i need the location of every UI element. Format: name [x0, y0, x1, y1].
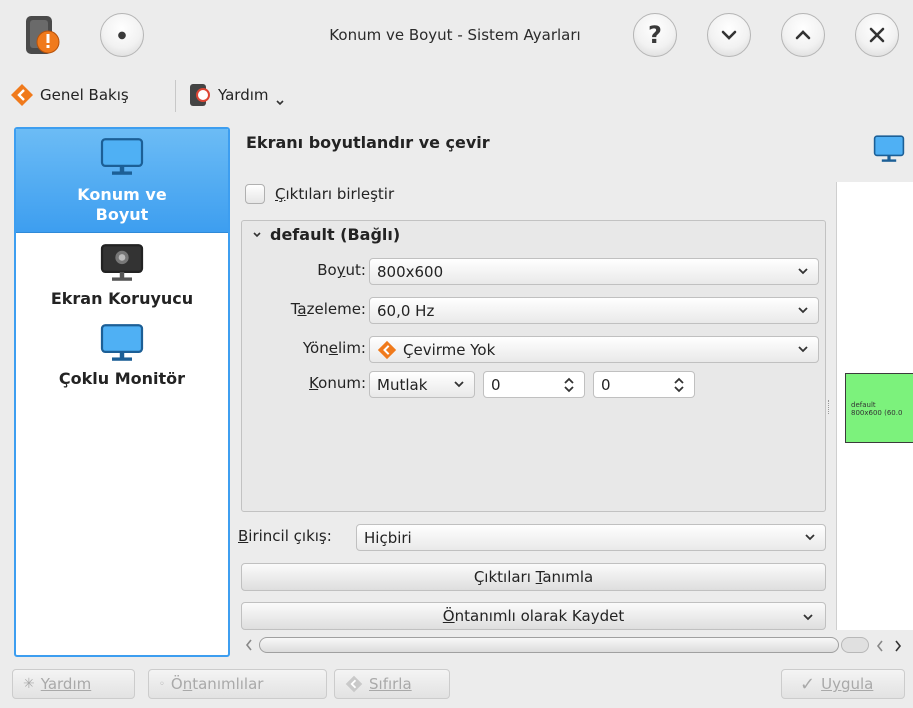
position-y-value: 0 — [601, 375, 611, 394]
overview-button[interactable]: Genel Bakış — [10, 80, 129, 110]
page-title: Ekranı boyutlandır ve çevir — [246, 133, 490, 152]
chevron-down-icon — [798, 307, 808, 314]
reset-button[interactable]: Sıfırla — [334, 669, 450, 699]
position-mode-value: Mutlak — [377, 375, 428, 394]
position-mode-select[interactable]: Mutlak — [369, 371, 475, 398]
dot-icon: ● — [117, 29, 127, 41]
help-menu-label: Yardım — [218, 86, 269, 104]
title-bar: ● Konum ve Boyut - Sistem Ayarları ? — [0, 0, 913, 70]
orientation-select[interactable]: Çevirme Yok — [369, 336, 819, 363]
merge-outputs-checkbox-row[interactable]: Çıktıları birleştir — [245, 184, 394, 204]
chevron-down-icon — [253, 231, 261, 237]
reset-label: Sıfırla — [369, 675, 412, 693]
sidebar-item-label: Çoklu Monitör — [58, 369, 186, 388]
monitor-icon — [100, 138, 144, 175]
monitor-icon — [100, 324, 144, 361]
refresh-select[interactable]: 60,0 Hz — [369, 297, 819, 324]
merge-outputs-checkbox[interactable] — [245, 184, 265, 204]
maximize-button[interactable] — [781, 13, 825, 57]
sidebar-item-position-size[interactable]: Konum ve Boyut — [16, 129, 228, 233]
help-icon — [190, 84, 210, 106]
save-as-default-button[interactable]: Öntanımlı olarak Kaydet — [241, 602, 826, 630]
spin-up-down-icon — [564, 377, 574, 393]
toolbar-separator — [175, 80, 176, 112]
defaults-button[interactable]: ◦ Öntanımlılar — [148, 669, 327, 699]
scroll-left-icon[interactable] — [243, 637, 255, 653]
refresh-value: 60,0 Hz — [377, 301, 435, 320]
apply-label: Uygula — [821, 675, 874, 693]
save-as-default-label: Öntanımlı olarak Kaydet — [442, 607, 625, 625]
help-menu-button[interactable]: Yardım — [188, 80, 285, 110]
preview-output-info: 800x600 (60.0 — [851, 409, 903, 417]
apply-button[interactable]: ✓ Uygula — [781, 669, 905, 699]
size-value: 800x600 — [377, 262, 444, 281]
chevron-up-icon — [795, 30, 811, 40]
position-y-spinbox[interactable]: 0 — [593, 371, 695, 398]
refresh-label: Tazeleme: — [290, 300, 366, 318]
defaults-label: Öntanımlılar — [170, 675, 264, 693]
question-icon: ? — [648, 21, 662, 49]
position-label: Konum: — [309, 374, 366, 392]
splitter-handle[interactable] — [828, 400, 831, 414]
output-group-header[interactable]: default (Bağlı) — [252, 225, 400, 244]
preview-output-name: default — [851, 401, 876, 409]
chevron-down-icon — [721, 30, 737, 40]
window-title: Konum ve Boyut - Sistem Ayarları — [329, 26, 581, 44]
close-icon — [869, 27, 885, 43]
chevron-down-icon — [454, 381, 464, 388]
bottom-help-label: Yardım — [40, 675, 92, 693]
reset-diamond-icon — [345, 675, 363, 693]
output-group: default (Bağlı) Boyut: 800x600 Tazeleme:… — [241, 220, 826, 512]
monitor-preview-panel[interactable]: default 800x600 (60.0 — [836, 182, 913, 630]
primary-output-label: Birincil çıkış: — [238, 527, 332, 545]
close-button[interactable] — [855, 13, 899, 57]
size-select[interactable]: 800x600 — [369, 258, 819, 285]
rotate-diamond-icon — [377, 340, 397, 359]
checkmark-icon: ✓ — [800, 673, 816, 695]
help-sparkle-icon: ✳ — [23, 676, 35, 692]
sidebar: Konum ve Boyut Ekran Koruyucu Çoklu Moni… — [14, 127, 230, 657]
back-arrow-icon — [11, 84, 33, 106]
spin-up-down-icon — [674, 377, 684, 393]
sidebar-item-label: Ekran Koruyucu — [50, 289, 194, 308]
output-group-title: default (Bağlı) — [270, 225, 401, 244]
overview-label: Genel Bakış — [40, 86, 129, 104]
sidebar-item-screensaver[interactable]: Ekran Koruyucu — [16, 233, 228, 323]
scrollbar-thumb[interactable] — [259, 637, 839, 653]
primary-output-select[interactable]: Hiçbiri — [356, 524, 826, 551]
bottom-help-button[interactable]: ✳ Yardım — [12, 669, 135, 699]
sidebar-item-label: Konum ve Boyut — [77, 185, 167, 224]
toolbar: Genel Bakış Yardım — [0, 72, 913, 120]
sidebar-item-multi-monitor[interactable]: Çoklu Monitör — [16, 323, 228, 413]
size-label: Boyut: — [317, 261, 366, 279]
chevron-down-icon — [798, 346, 808, 353]
primary-output-value: Hiçbiri — [364, 528, 412, 547]
window-menu-button[interactable]: ● — [100, 13, 144, 57]
position-x-value: 0 — [491, 375, 501, 394]
chevron-down-icon — [798, 268, 808, 275]
horizontal-scrollbar[interactable] — [243, 636, 869, 654]
screensaver-monitor-icon — [100, 244, 144, 281]
help-button[interactable]: ? — [633, 13, 677, 57]
chevron-down-icon — [805, 534, 815, 541]
defaults-icon: ◦ — [159, 678, 165, 690]
identify-outputs-button[interactable]: Çıktıları Tanımla — [241, 563, 826, 591]
chevron-down-icon — [275, 100, 284, 106]
orientation-value: Çevirme Yok — [403, 340, 496, 359]
scrollbar-track-end — [841, 637, 869, 653]
identify-outputs-label: Çıktıları Tanımla — [473, 568, 594, 586]
scroll-right-icon[interactable] — [892, 638, 904, 654]
chevron-down-icon — [803, 614, 813, 621]
system-settings-app-icon[interactable] — [24, 14, 60, 58]
preview-output-default[interactable]: default 800x600 (60.0 — [845, 373, 913, 443]
scroll-left-icon[interactable] — [874, 638, 886, 654]
minimize-button[interactable] — [707, 13, 751, 57]
position-x-spinbox[interactable]: 0 — [483, 371, 585, 398]
orientation-label: Yönelim: — [302, 339, 366, 357]
merge-outputs-label: Çıktıları birleştir — [275, 185, 395, 203]
monitor-icon — [873, 135, 905, 162]
